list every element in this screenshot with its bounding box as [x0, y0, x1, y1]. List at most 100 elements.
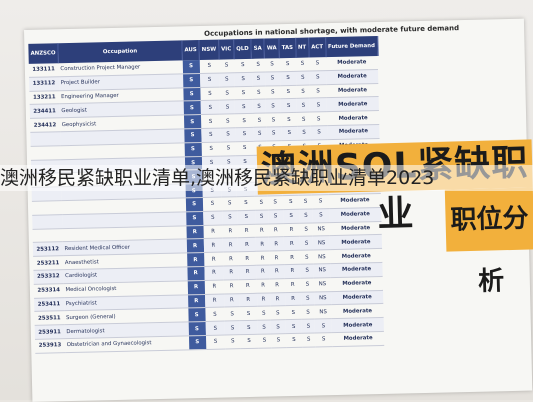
shortage-rating: S: [280, 84, 297, 100]
shortage-rating: S: [182, 60, 200, 74]
shortage-rating: S: [264, 71, 281, 86]
shortage-rating: S: [200, 86, 220, 101]
future-demand: Moderate: [331, 331, 385, 347]
shortage-rating: S: [218, 59, 235, 73]
future-demand: Moderate: [331, 317, 384, 333]
shortage-rating: R: [256, 264, 270, 280]
banner-bottom-text: 职位分析: [444, 187, 533, 297]
column-header: NSW: [199, 39, 219, 61]
shortage-rating: S: [200, 114, 221, 129]
anzsco-code: 133111: [28, 63, 59, 78]
shortage-rating: S: [285, 333, 303, 348]
shortage-rating: S: [280, 98, 297, 113]
anzsco-code: 234411: [29, 104, 60, 119]
anzsco-code: [30, 145, 61, 160]
future-demand: Moderate: [331, 289, 384, 305]
future-demand: Moderate: [326, 83, 379, 99]
shortage-rating: S: [265, 85, 281, 100]
shortage-rating: R: [203, 224, 223, 239]
shortage-rating: S: [308, 57, 327, 71]
shortage-rating: S: [200, 100, 221, 115]
anzsco-code: 253911: [34, 324, 65, 340]
shortage-rating: S: [235, 141, 254, 156]
shortage-rating: S: [234, 99, 253, 114]
shortage-rating: S: [309, 84, 327, 99]
shortage-rating: S: [257, 320, 271, 335]
shortage-rating: R: [223, 265, 239, 280]
shortage-rating: R: [186, 266, 205, 281]
future-demand: Moderate: [326, 110, 380, 126]
anzsco-code: 253211: [33, 255, 63, 271]
shortage-rating: S: [240, 334, 259, 349]
shortage-rating: S: [309, 70, 327, 85]
shortage-rating: S: [301, 332, 316, 348]
shortage-rating: S: [301, 305, 315, 320]
shortage-rating: R: [237, 223, 256, 239]
column-header: Occupation: [57, 40, 183, 64]
shortage-rating: R: [186, 252, 205, 267]
anzsco-code: 253314: [33, 283, 64, 298]
shortage-rating: R: [238, 237, 256, 252]
shortage-rating: S: [235, 113, 254, 128]
shortage-rating: S: [270, 305, 286, 321]
shortage-rating: S: [224, 307, 240, 322]
shortage-rating: R: [203, 238, 224, 253]
shortage-rating: R: [186, 238, 204, 254]
shortage-rating: S: [219, 86, 235, 101]
shortage-rating: S: [253, 127, 267, 142]
shortage-rating: S: [264, 58, 280, 72]
shortage-rating: R: [284, 278, 302, 293]
shortage-rating: S: [265, 99, 281, 114]
shortage-rating: R: [187, 294, 206, 309]
shortage-rating: S: [237, 210, 256, 225]
anzsco-code: 133112: [29, 76, 59, 91]
column-header: TAS: [278, 37, 296, 59]
shortage-rating: S: [301, 291, 315, 306]
shortage-rating: S: [225, 334, 241, 349]
shortage-rating: S: [202, 210, 223, 226]
anzsco-code: 253511: [34, 311, 65, 326]
shortage-rating: R: [204, 293, 225, 308]
shortage-rating: S: [251, 58, 265, 73]
shortage-rating: S: [239, 306, 258, 321]
shortage-rating: R: [187, 280, 205, 295]
shortage-rating: S: [296, 84, 310, 99]
shortage-rating: NS: [314, 304, 332, 320]
future-demand: Moderate: [327, 124, 380, 140]
shortage-rating: R: [223, 251, 239, 266]
shortage-rating: R: [256, 278, 270, 293]
future-demand: Moderate: [330, 276, 383, 292]
shortage-rating: S: [252, 99, 266, 114]
shortage-rating: S: [239, 320, 258, 335]
shortage-rating: R: [239, 292, 258, 308]
shortage-rating: S: [315, 332, 333, 347]
anzsco-code: 253411: [34, 297, 64, 312]
shortage-rating: S: [237, 196, 255, 211]
shortage-rating: R: [203, 252, 224, 267]
shortage-rating: S: [285, 305, 302, 320]
shortage-rating: R: [204, 279, 225, 295]
shortage-rating: NS: [313, 277, 332, 292]
shortage-rating: S: [310, 125, 328, 140]
shortage-rating: S: [300, 277, 315, 292]
page-title: 澳洲移民紧缺职业清单,澳洲移民紧缺职业清单2023: [0, 165, 533, 191]
shortage-rating: S: [301, 319, 316, 334]
shortage-rating: S: [252, 113, 267, 128]
anzsco-code: 133211: [29, 90, 60, 105]
shortage-rating: R: [204, 265, 224, 281]
shortage-rating: S: [188, 321, 206, 336]
shortage-rating: S: [270, 319, 286, 334]
shortage-rating: S: [266, 126, 282, 141]
shortage-rating: S: [280, 112, 298, 127]
shortage-rating: R: [256, 292, 271, 307]
shortage-rating: R: [223, 279, 240, 294]
shortage-rating: S: [199, 59, 220, 74]
future-demand: Moderate: [330, 262, 383, 278]
shortage-rating: S: [184, 142, 202, 157]
future-demand: Moderate: [326, 96, 379, 112]
shortage-rating: S: [233, 58, 252, 73]
shortage-rating: S: [296, 70, 310, 85]
shortage-rating: NS: [313, 263, 331, 278]
shortage-rating: S: [265, 112, 281, 128]
shortage-rating: S: [285, 319, 302, 334]
